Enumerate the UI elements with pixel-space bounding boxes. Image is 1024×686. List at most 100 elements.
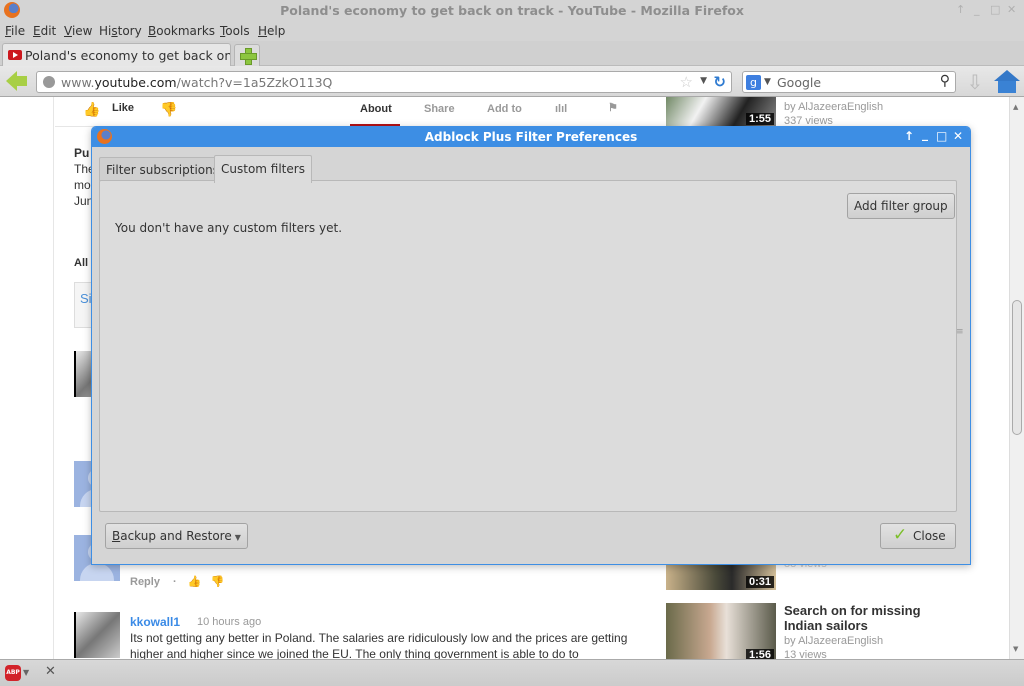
page-left-gutter	[0, 97, 54, 659]
adblock-preferences-dialog: Adblock Plus Filter Preferences ↑ _ □ ✕ …	[91, 126, 971, 565]
back-button[interactable]	[6, 71, 28, 91]
add-filter-group-button[interactable]: Add filter group	[847, 193, 955, 219]
menu-bar: File Edit View History Bookmarks Tools H…	[0, 21, 1024, 41]
window-close-button[interactable]: ✕	[1007, 3, 1016, 16]
navigation-toolbar: www.youtube.com/watch?v=1a5ZzkO113Q ☆ ▼ …	[0, 66, 1024, 97]
window-titlebar: Poland's economy to get back on track - …	[0, 0, 1024, 21]
addon-bar: ABP ▼ ✕	[0, 659, 1024, 686]
flag-icon[interactable]: ⚑	[608, 101, 618, 114]
menu-mnemonic: B	[148, 24, 157, 38]
url-path: /watch?v=1a5ZzkO113Q	[176, 75, 333, 90]
comment-text: Its not getting any better in Poland. Th…	[130, 631, 628, 659]
menu-history[interactable]: History	[99, 24, 142, 38]
comment-timestamp[interactable]: 10 hours ago	[197, 616, 261, 628]
menu-mnemonic: H	[258, 24, 268, 38]
video-channel[interactable]: by AlJazeeraEnglish	[784, 634, 883, 648]
dialog-maximize-button[interactable]: □	[936, 129, 947, 143]
resize-grip-icon[interactable]: ≡	[956, 327, 964, 337]
mnemonic: B	[112, 529, 121, 543]
url-bar[interactable]: www.youtube.com/watch?v=1a5ZzkO113Q ☆ ▼ …	[36, 71, 732, 93]
related-video-meta: by AlJazeeraEnglish 13 views	[784, 634, 883, 659]
url-domain: youtube.com	[94, 75, 177, 90]
url-history-dropdown-icon[interactable]: ▼	[700, 76, 707, 86]
chevron-down-icon: ▼	[234, 533, 241, 542]
comment-author[interactable]: kkowall1	[130, 615, 180, 629]
bookmark-star-icon[interactable]: ☆	[680, 73, 693, 91]
menu-edit[interactable]: Edit	[33, 24, 56, 38]
plus-icon	[240, 48, 257, 65]
menu-bookmarks[interactable]: Bookmarks	[148, 24, 215, 38]
browser-tab-active[interactable]: Poland's economy to get back on t...	[2, 43, 231, 67]
window-maximize-button[interactable]: □	[990, 3, 1000, 16]
menu-file[interactable]: File	[5, 24, 25, 38]
custom-filters-panel: Add filter group You don't have any cust…	[99, 180, 957, 512]
menu-label: tory	[117, 24, 142, 38]
window-shade-button[interactable]: ↑	[956, 3, 965, 16]
like-icon[interactable]: 👍	[83, 101, 100, 118]
download-icon[interactable]: ⇩	[964, 70, 986, 94]
scroll-down-arrow-icon[interactable]: ▼	[1013, 645, 1018, 653]
close-button[interactable]: ✓ Close	[880, 523, 956, 549]
adblock-plus-icon[interactable]: ABP	[5, 665, 21, 681]
button-label: Close	[913, 529, 946, 543]
home-icon[interactable]	[994, 70, 1020, 94]
google-icon[interactable]: g	[746, 75, 761, 90]
menu-label: elp	[267, 24, 286, 38]
search-bar[interactable]: g ▼ Google ⚲	[742, 71, 956, 93]
menu-label: ools	[225, 24, 250, 38]
search-icon[interactable]: ⚲	[940, 73, 950, 89]
all-comments-heading: All	[74, 257, 89, 269]
scrollbar-thumb[interactable]	[1012, 300, 1022, 435]
url-text[interactable]: www.youtube.com/watch?v=1a5ZzkO113Q	[61, 75, 332, 90]
dialog-titlebar[interactable]: Adblock Plus Filter Preferences ↑ _ □ ✕	[92, 127, 970, 147]
video-duration: 1:55	[745, 113, 774, 125]
dislike-icon[interactable]: 👎	[211, 576, 225, 588]
menu-label: dit	[40, 24, 57, 38]
window-title: Poland's economy to get back on track - …	[280, 3, 744, 18]
search-engine-dropdown-icon[interactable]: ▼	[764, 77, 771, 87]
menu-label: ookmarks	[156, 24, 216, 38]
tab-filter-subscriptions[interactable]: Filter subscriptions	[99, 157, 226, 181]
menu-label: ile	[11, 24, 26, 38]
dialog-shade-button[interactable]: ↑	[904, 129, 914, 143]
globe-icon	[43, 76, 55, 88]
tab-share[interactable]: Share	[424, 103, 455, 115]
signin-link[interactable]: Si	[80, 291, 92, 306]
reload-icon[interactable]: ↻	[713, 73, 726, 91]
menu-view[interactable]: View	[64, 24, 92, 38]
addon-bar-close-icon[interactable]: ✕	[45, 664, 56, 679]
tab-strip: Poland's economy to get back on t...	[0, 41, 1024, 67]
url-prefix: www.	[61, 75, 95, 90]
video-channel[interactable]: by AlJazeeraEnglish	[784, 100, 883, 114]
related-video-thumbnail[interactable]: 1:55	[666, 97, 776, 127]
menu-help[interactable]: Help	[258, 24, 285, 38]
tab-add-to[interactable]: Add to	[487, 103, 522, 115]
backup-and-restore-button[interactable]: Backup and Restore ▼	[105, 523, 248, 549]
new-tab-button[interactable]	[234, 44, 260, 66]
dialog-title: Adblock Plus Filter Preferences	[424, 130, 638, 144]
menu-tools[interactable]: Tools	[220, 24, 250, 38]
window-minimize-button[interactable]: _	[974, 3, 980, 16]
comment-actions: Reply · 👍 👎	[130, 575, 224, 588]
dialog-close-button[interactable]: ✕	[953, 129, 963, 143]
dislike-icon[interactable]: 👎	[160, 101, 177, 118]
tab-title: Poland's economy to get back on t...	[25, 48, 231, 63]
adblock-dropdown-icon[interactable]: ▼	[23, 668, 29, 677]
reply-button[interactable]: Reply	[130, 576, 160, 588]
video-views: 13 views	[784, 649, 827, 659]
like-icon[interactable]: 👍	[188, 576, 202, 588]
button-label: ackup and Restore	[120, 529, 232, 543]
menu-mnemonic: E	[33, 24, 41, 38]
search-placeholder: Google	[777, 75, 822, 90]
page-vertical-scrollbar[interactable]: ▲ ▼	[1009, 97, 1024, 659]
related-video-thumbnail[interactable]: 1:56	[666, 603, 776, 659]
tab-about[interactable]: About	[360, 103, 392, 115]
stats-icon[interactable]: ılıl	[555, 103, 567, 115]
dialog-minimize-button[interactable]: _	[922, 127, 928, 141]
tab-custom-filters[interactable]: Custom filters	[214, 155, 312, 183]
related-video-title[interactable]: Search on for missing Indian sailors	[784, 603, 924, 633]
avatar[interactable]	[74, 612, 120, 658]
scroll-up-arrow-icon[interactable]: ▲	[1013, 103, 1018, 111]
like-button[interactable]: Like	[112, 102, 134, 114]
empty-filters-message: You don't have any custom filters yet.	[115, 221, 343, 235]
